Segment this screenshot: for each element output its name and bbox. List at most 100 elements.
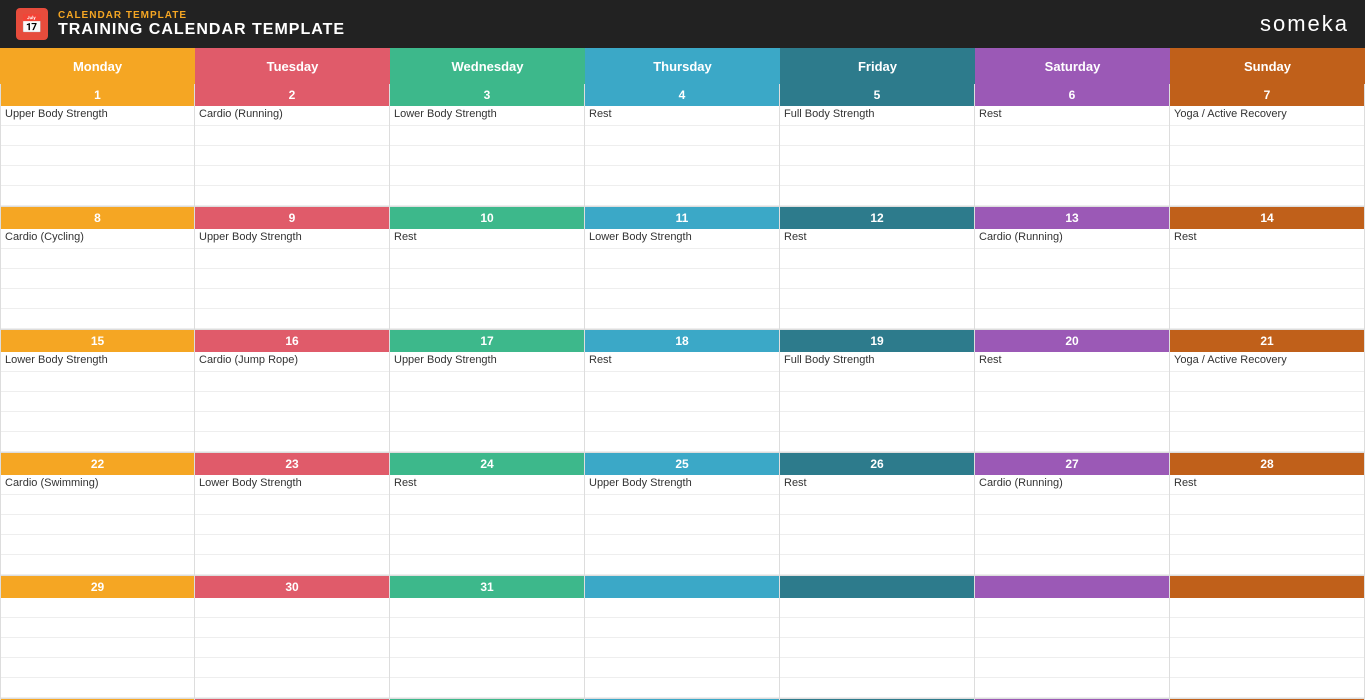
empty-row bbox=[585, 658, 779, 678]
empty-row bbox=[390, 618, 584, 638]
day-cell-week1-thursday: 4Rest bbox=[585, 84, 780, 207]
calendar-icon: 📅 bbox=[16, 8, 48, 40]
empty-row bbox=[1170, 186, 1364, 206]
day-cell-week5-tuesday: 30 bbox=[195, 576, 390, 699]
day-cell-week5-thursday bbox=[585, 576, 780, 699]
empty-row bbox=[975, 166, 1169, 186]
empty-row bbox=[780, 289, 974, 309]
day-cell-week5-saturday bbox=[975, 576, 1170, 699]
empty-row bbox=[195, 618, 389, 638]
header-left: 📅 CALENDAR TEMPLATE TRAINING CALENDAR TE… bbox=[16, 8, 345, 40]
day-cell-week4-friday: 26Rest bbox=[780, 453, 975, 576]
empty-row bbox=[975, 186, 1169, 206]
empty-row bbox=[585, 638, 779, 658]
empty-row bbox=[975, 372, 1169, 392]
app-container: 📅 CALENDAR TEMPLATE TRAINING CALENDAR TE… bbox=[0, 0, 1365, 700]
header-title: TRAINING CALENDAR TEMPLATE bbox=[58, 21, 345, 39]
day-cell-week3-saturday: 20Rest bbox=[975, 330, 1170, 453]
empty-row bbox=[1170, 638, 1364, 658]
empty-row bbox=[780, 432, 974, 452]
event-text: Full Body Strength bbox=[780, 106, 974, 126]
day-cell-week4-monday: 22Cardio (Swimming) bbox=[0, 453, 195, 576]
date-bar: 20 bbox=[975, 330, 1169, 352]
day-cell-week5-monday: 29 bbox=[0, 576, 195, 699]
empty-row bbox=[585, 186, 779, 206]
header-thursday: Thursday bbox=[585, 48, 780, 84]
empty-row bbox=[1, 146, 194, 166]
date-bar: 14 bbox=[1170, 207, 1364, 229]
empty-row bbox=[780, 678, 974, 698]
date-bar: 11 bbox=[585, 207, 779, 229]
empty-row bbox=[195, 495, 389, 515]
empty-row bbox=[195, 678, 389, 698]
brand-logo: someka bbox=[1260, 11, 1349, 37]
empty-row bbox=[585, 166, 779, 186]
day-cell-week1-wednesday: 3Lower Body Strength bbox=[390, 84, 585, 207]
empty-row bbox=[975, 555, 1169, 575]
event-text bbox=[1170, 598, 1364, 618]
date-bar: 13 bbox=[975, 207, 1169, 229]
header-saturday: Saturday bbox=[975, 48, 1170, 84]
empty-row bbox=[975, 432, 1169, 452]
empty-row bbox=[1170, 658, 1364, 678]
empty-row bbox=[390, 166, 584, 186]
event-text: Rest bbox=[1170, 229, 1364, 249]
empty-row bbox=[780, 249, 974, 269]
empty-row bbox=[390, 269, 584, 289]
day-cell-week5-wednesday: 31 bbox=[390, 576, 585, 699]
empty-row bbox=[1, 515, 194, 535]
date-bar: 29 bbox=[1, 576, 194, 598]
empty-row bbox=[585, 146, 779, 166]
empty-row bbox=[780, 372, 974, 392]
event-text: Rest bbox=[585, 106, 779, 126]
empty-row bbox=[585, 535, 779, 555]
event-text: Rest bbox=[780, 475, 974, 495]
empty-row bbox=[1170, 166, 1364, 186]
day-cell-week1-saturday: 6Rest bbox=[975, 84, 1170, 207]
event-text bbox=[390, 598, 584, 618]
empty-row bbox=[390, 392, 584, 412]
header-subtitle: CALENDAR TEMPLATE bbox=[58, 10, 345, 21]
day-cell-week2-monday: 8Cardio (Cycling) bbox=[0, 207, 195, 330]
empty-row bbox=[585, 515, 779, 535]
empty-row bbox=[1, 289, 194, 309]
app-header: 📅 CALENDAR TEMPLATE TRAINING CALENDAR TE… bbox=[0, 0, 1365, 48]
day-cell-week1-friday: 5Full Body Strength bbox=[780, 84, 975, 207]
header-sunday: Sunday bbox=[1170, 48, 1365, 84]
empty-row bbox=[195, 269, 389, 289]
event-text: Cardio (Cycling) bbox=[1, 229, 194, 249]
empty-row bbox=[195, 432, 389, 452]
day-cell-week1-sunday: 7Yoga / Active Recovery bbox=[1170, 84, 1365, 207]
day-cell-week5-sunday bbox=[1170, 576, 1365, 699]
empty-row bbox=[780, 392, 974, 412]
event-text: Rest bbox=[390, 229, 584, 249]
empty-row bbox=[195, 126, 389, 146]
empty-row bbox=[1170, 249, 1364, 269]
empty-row bbox=[975, 618, 1169, 638]
empty-row bbox=[195, 309, 389, 329]
day-cell-week1-tuesday: 2Cardio (Running) bbox=[195, 84, 390, 207]
date-bar: 25 bbox=[585, 453, 779, 475]
empty-row bbox=[1, 309, 194, 329]
empty-row bbox=[585, 269, 779, 289]
empty-row bbox=[390, 678, 584, 698]
date-bar: 8 bbox=[1, 207, 194, 229]
empty-row bbox=[1, 249, 194, 269]
day-cell-week4-tuesday: 23Lower Body Strength bbox=[195, 453, 390, 576]
empty-row bbox=[780, 309, 974, 329]
empty-row bbox=[1, 555, 194, 575]
empty-row bbox=[780, 412, 974, 432]
day-cell-week4-thursday: 25Upper Body Strength bbox=[585, 453, 780, 576]
day-cell-week2-thursday: 11Lower Body Strength bbox=[585, 207, 780, 330]
event-text: Upper Body Strength bbox=[1, 106, 194, 126]
day-cell-week3-friday: 19Full Body Strength bbox=[780, 330, 975, 453]
empty-row bbox=[975, 412, 1169, 432]
empty-row bbox=[1, 186, 194, 206]
date-bar: 15 bbox=[1, 330, 194, 352]
header-tuesday: Tuesday bbox=[195, 48, 390, 84]
event-text: Cardio (Jump Rope) bbox=[195, 352, 389, 372]
empty-row bbox=[585, 249, 779, 269]
empty-row bbox=[1170, 515, 1364, 535]
event-text: Lower Body Strength bbox=[1, 352, 194, 372]
empty-row bbox=[975, 269, 1169, 289]
